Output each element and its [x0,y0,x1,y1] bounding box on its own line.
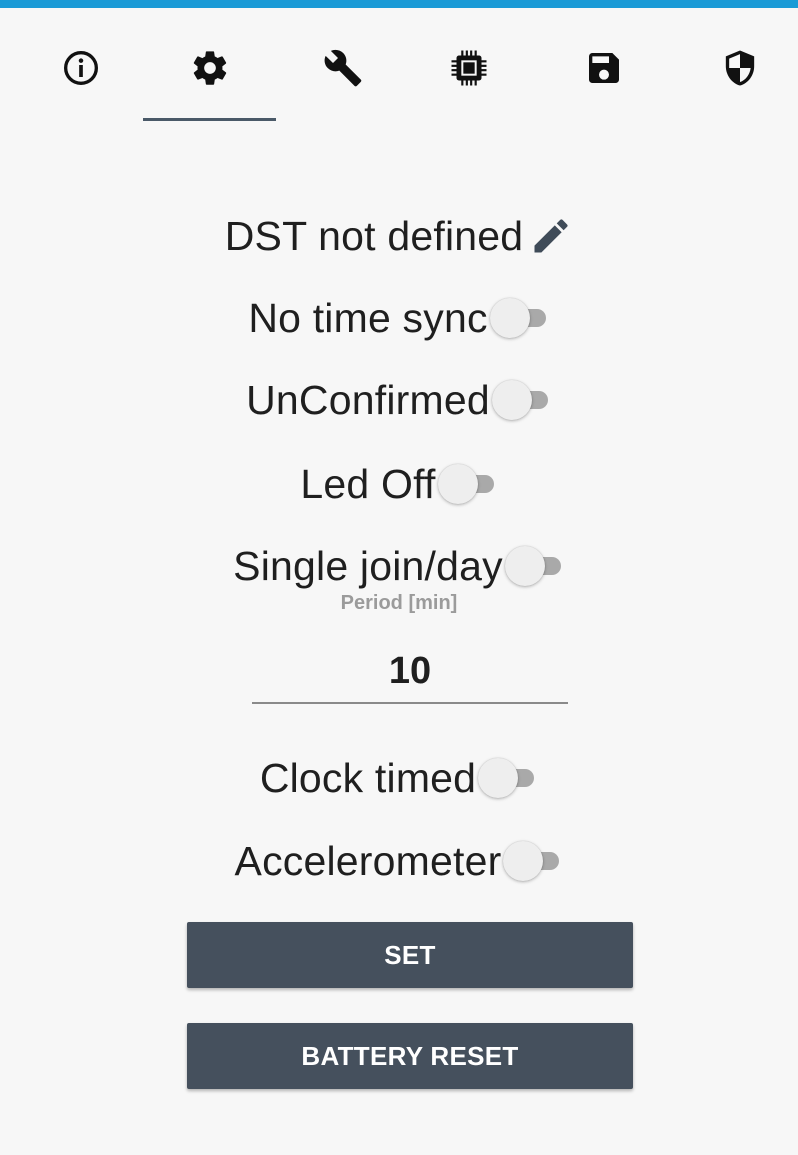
accelerometer-switch[interactable] [503,841,563,881]
toggle-label: Single join/day [233,542,503,589]
toggle-row-no-time-sync: No time sync [0,288,798,348]
tab-storage[interactable] [537,8,670,120]
switch-thumb [489,298,530,338]
toggle-label: Accelerometer [234,837,502,884]
switch-thumb [437,464,478,504]
set-button[interactable]: SET [187,922,633,988]
pencil-icon[interactable] [529,214,573,258]
tab-settings[interactable] [143,8,276,120]
switch-thumb [491,380,532,420]
period-input[interactable] [252,640,568,704]
save-icon [588,53,619,83]
period-label: Period [min] [340,592,458,614]
top-accent-bar [0,0,798,8]
single-join-switch[interactable] [504,546,565,586]
toggle-label: Led Off [300,460,436,507]
dst-row: DST not defined [0,206,798,266]
no-time-sync-switch[interactable] [489,298,550,338]
toggle-row-unconfirmed: UnConfirmed [0,370,798,430]
tab-bar [0,8,798,121]
shield-icon [725,50,754,86]
tab-tools[interactable] [276,8,409,120]
unconfirmed-switch[interactable] [491,380,552,420]
tab-security[interactable] [673,8,798,120]
toggle-row-clock-timed: Clock timed [0,748,798,808]
switch-thumb [503,841,544,881]
wrench-icon [324,49,361,87]
toggle-row-accelerometer: Accelerometer [0,831,798,891]
tab-info[interactable] [14,8,147,120]
battery-reset-button[interactable]: BATTERY RESET [187,1023,633,1089]
toggle-label: UnConfirmed [246,376,490,423]
led-off-switch[interactable] [437,464,498,504]
switch-thumb [504,546,545,586]
toggle-label: No time sync [248,294,488,341]
toggle-label: Clock timed [259,754,477,801]
tab-hardware[interactable] [402,8,535,120]
clock-timed-switch[interactable] [478,758,538,798]
info-icon [63,51,98,85]
tab-selected-indicator [143,118,276,121]
dst-label: DST not defined [224,212,524,259]
chip-icon [451,50,486,86]
toggle-row-led-off: Led Off [0,454,798,514]
gear-icon [193,51,226,85]
toggle-row-single-join: Single join/day [0,536,798,596]
switch-thumb [478,758,519,798]
